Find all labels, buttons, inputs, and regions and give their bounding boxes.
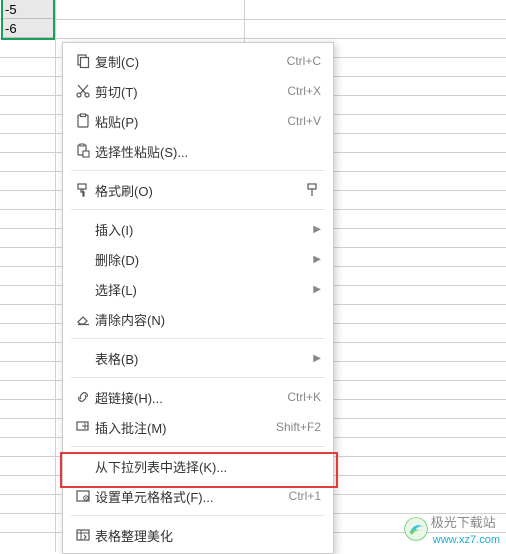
menu-clear-label: 清除内容(N) — [95, 310, 321, 329]
menu-select-label: 选择(L) — [95, 280, 313, 299]
submenu-arrow-icon: ▶ — [313, 353, 321, 364]
menu-table[interactable]: 表格(B) ▶ — [63, 343, 333, 373]
watermark-logo-icon — [403, 516, 429, 542]
menu-separator — [71, 170, 325, 171]
menu-separator — [71, 209, 325, 210]
menu-select[interactable]: 选择(L) ▶ — [63, 274, 333, 304]
menu-format-cells-shortcut: Ctrl+1 — [289, 489, 321, 503]
submenu-arrow-icon: ▶ — [313, 224, 321, 235]
menu-dropdown-select[interactable]: 从下拉列表中选择(K)... — [63, 451, 333, 481]
menu-format-cells-label: 设置单元格格式(F)... — [95, 487, 289, 506]
cut-icon — [71, 83, 95, 99]
eraser-icon — [71, 311, 95, 327]
cell-selection[interactable]: -5 -6 — [1, 0, 55, 38]
menu-copy-shortcut: Ctrl+C — [287, 54, 321, 68]
menu-cut[interactable]: 剪切(T) Ctrl+X — [63, 76, 333, 106]
menu-comment[interactable]: 插入批注(M) Shift+F2 — [63, 412, 333, 442]
watermark-url: www.xz7.com — [433, 534, 500, 546]
menu-beautify-label: 表格整理美化 — [95, 526, 321, 545]
copy-icon — [71, 53, 95, 69]
menu-copy[interactable]: 复制(C) Ctrl+C — [63, 46, 333, 76]
comment-icon — [71, 419, 95, 435]
menu-cut-shortcut: Ctrl+X — [287, 84, 321, 98]
menu-separator — [71, 338, 325, 339]
paste-special-icon — [71, 143, 95, 159]
menu-hyperlink-shortcut: Ctrl+K — [287, 390, 321, 404]
menu-delete[interactable]: 删除(D) ▶ — [63, 244, 333, 274]
cell-a1[interactable]: -5 — [1, 0, 55, 19]
menu-format-painter-label: 格式刷(O) — [95, 181, 299, 200]
menu-delete-label: 删除(D) — [95, 250, 313, 269]
submenu-arrow-icon: ▶ — [313, 284, 321, 295]
menu-insert-label: 插入(I) — [95, 220, 313, 239]
menu-paste[interactable]: 粘贴(P) Ctrl+V — [63, 106, 333, 136]
menu-hyperlink[interactable]: 超链接(H)... Ctrl+K — [63, 382, 333, 412]
menu-copy-label: 复制(C) — [95, 52, 287, 71]
menu-clear[interactable]: 清除内容(N) — [63, 304, 333, 334]
menu-separator — [71, 515, 325, 516]
menu-format-cells[interactable]: 设置单元格格式(F)... Ctrl+1 — [63, 481, 333, 511]
menu-format-painter[interactable]: 格式刷(O) — [63, 175, 333, 205]
menu-paste-special[interactable]: 选择性粘贴(S)... — [63, 136, 333, 166]
menu-paste-special-label: 选择性粘贴(S)... — [95, 142, 321, 161]
link-icon — [71, 389, 95, 405]
menu-paste-label: 粘贴(P) — [95, 112, 287, 131]
submenu-arrow-icon: ▶ — [313, 254, 321, 265]
menu-comment-label: 插入批注(M) — [95, 418, 276, 437]
watermark-name: 极光下载站 — [431, 515, 496, 530]
format-painter-extra-icon — [305, 182, 321, 198]
menu-hyperlink-label: 超链接(H)... — [95, 388, 287, 407]
menu-comment-shortcut: Shift+F2 — [276, 420, 321, 434]
beautify-icon — [71, 527, 95, 543]
menu-paste-shortcut: Ctrl+V — [287, 114, 321, 128]
format-cells-icon — [71, 488, 95, 504]
menu-dropdown-select-label: 从下拉列表中选择(K)... — [95, 457, 321, 476]
menu-table-label: 表格(B) — [95, 349, 313, 368]
menu-separator — [71, 446, 325, 447]
menu-cut-label: 剪切(T) — [95, 82, 287, 101]
paste-icon — [71, 113, 95, 129]
format-painter-icon — [71, 182, 95, 198]
watermark: 极光下载站 www.xz7.com — [403, 512, 500, 546]
cell-a2[interactable]: -6 — [1, 19, 55, 38]
menu-separator — [71, 377, 325, 378]
menu-beautify[interactable]: 表格整理美化 — [63, 520, 333, 550]
menu-insert[interactable]: 插入(I) ▶ — [63, 214, 333, 244]
context-menu: 复制(C) Ctrl+C 剪切(T) Ctrl+X 粘贴(P) Ctrl+V 选… — [62, 42, 334, 554]
